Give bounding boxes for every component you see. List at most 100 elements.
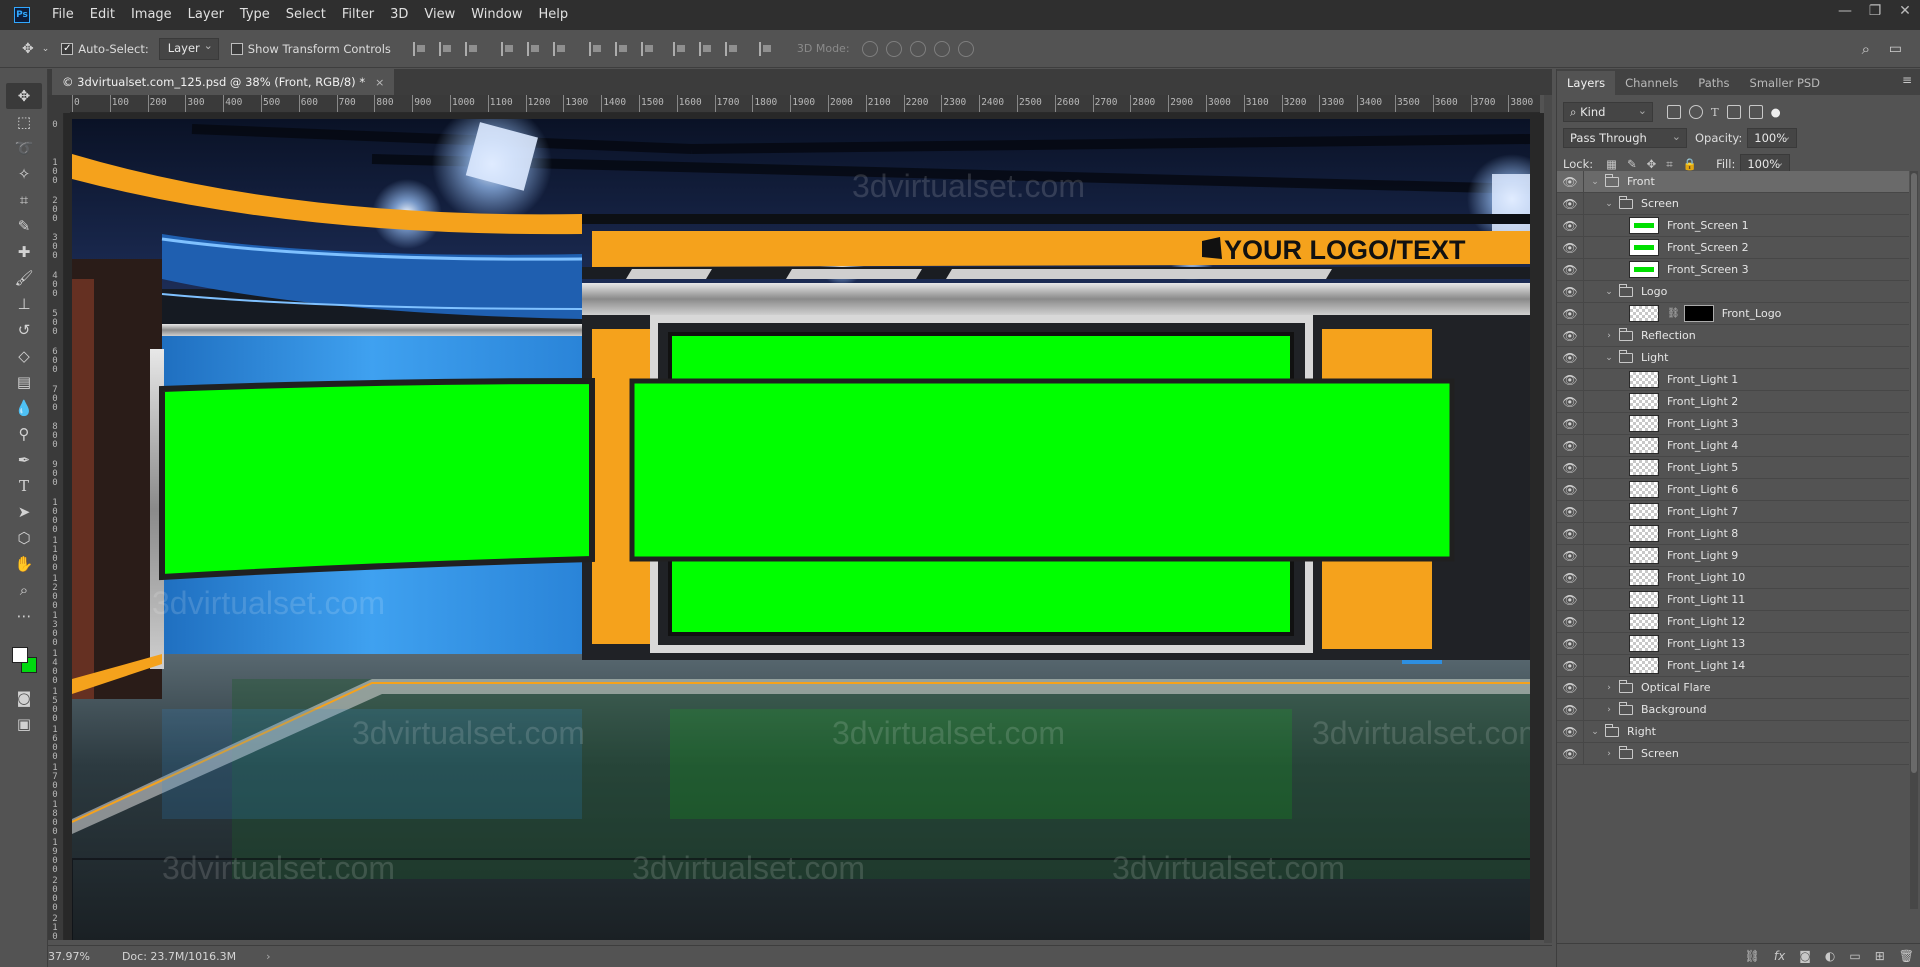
hand-tool-icon[interactable]: ✋: [6, 551, 42, 577]
close-document-icon[interactable]: ×: [375, 76, 384, 89]
canvas-vertical-scrollbar[interactable]: [1544, 95, 1552, 943]
shape-tool-icon[interactable]: ⬡: [6, 525, 42, 551]
layer-thumbnail[interactable]: [1629, 481, 1659, 498]
layer-thumbnail[interactable]: [1629, 657, 1659, 674]
type-tool-icon[interactable]: T: [6, 473, 42, 499]
menu-image[interactable]: Image: [123, 0, 180, 30]
distribute-right-icon[interactable]: [724, 41, 739, 56]
new-layer-icon[interactable]: ⊞: [1875, 949, 1885, 963]
marquee-tool-icon[interactable]: ⬚: [6, 109, 42, 135]
lasso-tool-icon[interactable]: ➰: [6, 135, 42, 161]
layer-thumbnail[interactable]: [1629, 217, 1659, 234]
distribute-top-icon[interactable]: [588, 41, 603, 56]
visibility-eye-icon[interactable]: 👁: [1557, 747, 1583, 761]
lock-all-icon[interactable]: 🔒: [1683, 157, 1697, 171]
canvas-area[interactable]: YOUR LOGO/TEXT 3dvirtualset.com 3dvirtua…: [64, 113, 1544, 940]
visibility-eye-icon[interactable]: 👁: [1557, 175, 1583, 189]
layer-group-row[interactable]: 👁 ⌄ Right: [1557, 721, 1909, 743]
layer-thumbnail[interactable]: [1629, 371, 1659, 388]
screen-mode-icon[interactable]: ▣: [6, 711, 42, 737]
distribute-vcenter-icon[interactable]: [614, 41, 629, 56]
align-left-icon[interactable]: [500, 41, 515, 56]
distribute-left-icon[interactable]: [672, 41, 687, 56]
chevron-down-icon[interactable]: ⌄: [1589, 727, 1601, 737]
horizontal-ruler[interactable]: 0 100 200 300 400 500 600 700 800 900 1000 1100 1200…: [70, 95, 1540, 113]
visibility-eye-icon[interactable]: 👁: [1557, 307, 1583, 321]
align-right-icon[interactable]: [552, 41, 567, 56]
layer-thumbnail[interactable]: [1629, 261, 1659, 278]
layers-scrollbar[interactable]: [1910, 171, 1918, 909]
tab-paths[interactable]: Paths: [1688, 71, 1739, 95]
visibility-eye-icon[interactable]: 👁: [1557, 439, 1583, 453]
layer-row[interactable]: 👁 Front_Light 11: [1557, 589, 1909, 611]
layer-group-row[interactable]: 👁 › Reflection: [1557, 325, 1909, 347]
auto-select-target-select[interactable]: Layer: [158, 37, 219, 60]
status-menu-arrow[interactable]: ›: [266, 950, 270, 963]
layer-thumbnail[interactable]: [1629, 305, 1659, 322]
menu-help[interactable]: Help: [531, 0, 577, 30]
distribute-hcenter-icon[interactable]: [698, 41, 713, 56]
chevron-down-icon[interactable]: ⌄: [1603, 287, 1615, 297]
align-top-icon[interactable]: [412, 41, 427, 56]
layer-thumbnail[interactable]: [1629, 569, 1659, 586]
menu-type[interactable]: Type: [232, 0, 278, 30]
layer-row[interactable]: 👁 Front_Light 4: [1557, 435, 1909, 457]
crop-tool-icon[interactable]: ⌗: [6, 187, 42, 213]
layer-group-row[interactable]: 👁 › Background: [1557, 699, 1909, 721]
chevron-down-icon[interactable]: ⌄: [1603, 353, 1615, 363]
minimize-button[interactable]: —: [1830, 0, 1860, 22]
align-hcenter-icon[interactable]: [526, 41, 541, 56]
workspace-icon[interactable]: ▭: [1889, 41, 1902, 57]
gradient-tool-icon[interactable]: ▤: [6, 369, 42, 395]
visibility-eye-icon[interactable]: 👁: [1557, 417, 1583, 431]
layer-row[interactable]: 👁 Front_Screen 2: [1557, 237, 1909, 259]
move-tool-icon[interactable]: ✥: [22, 41, 34, 57]
panel-menu-icon[interactable]: ≡: [1902, 73, 1912, 87]
type-filter-icon[interactable]: T: [1711, 105, 1719, 119]
visibility-eye-icon[interactable]: 👁: [1557, 593, 1583, 607]
layer-thumbnail[interactable]: [1629, 547, 1659, 564]
chevron-right-icon[interactable]: ›: [1603, 705, 1615, 715]
visibility-eye-icon[interactable]: 👁: [1557, 219, 1583, 233]
layer-thumbnail[interactable]: [1629, 393, 1659, 410]
history-brush-tool-icon[interactable]: ↺: [6, 317, 42, 343]
align-vcenter-icon[interactable]: [438, 41, 453, 56]
smart-object-filter-icon[interactable]: [1748, 105, 1763, 119]
visibility-eye-icon[interactable]: 👁: [1557, 615, 1583, 629]
visibility-eye-icon[interactable]: 👁: [1557, 461, 1583, 475]
align-bottom-icon[interactable]: [464, 41, 479, 56]
layer-group-row[interactable]: 👁 ⌄ Front: [1557, 171, 1909, 193]
link-layers-icon[interactable]: ⛓: [1745, 949, 1760, 963]
distribute-bottom-icon[interactable]: [640, 41, 655, 56]
menu-layer[interactable]: Layer: [180, 0, 232, 30]
delete-layer-icon[interactable]: 🗑: [1899, 949, 1914, 963]
chevron-down-icon[interactable]: ⌄: [1603, 199, 1615, 209]
brush-tool-icon[interactable]: 🖌: [6, 265, 42, 291]
layer-thumbnail[interactable]: [1629, 635, 1659, 652]
layer-row[interactable]: 👁 Front_Light 5: [1557, 457, 1909, 479]
3d-rotate-icon[interactable]: [861, 40, 878, 57]
visibility-eye-icon[interactable]: 👁: [1557, 659, 1583, 673]
opacity-input[interactable]: 100%: [1747, 128, 1798, 148]
visibility-eye-icon[interactable]: 👁: [1557, 285, 1583, 299]
visibility-eye-icon[interactable]: 👁: [1557, 241, 1583, 255]
layer-row[interactable]: 👁 Front_Light 6: [1557, 479, 1909, 501]
3d-scale-icon[interactable]: [957, 40, 974, 57]
chevron-right-icon[interactable]: ›: [1603, 683, 1615, 693]
adjustment-layer-icon[interactable]: ◐: [1825, 949, 1835, 963]
close-button[interactable]: ✕: [1890, 0, 1920, 22]
visibility-eye-icon[interactable]: 👁: [1557, 527, 1583, 541]
search-icon[interactable]: ⌕: [1862, 40, 1870, 58]
layer-thumbnail[interactable]: [1629, 415, 1659, 432]
layer-row[interactable]: 👁 Front_Light 13: [1557, 633, 1909, 655]
zoom-tool-icon[interactable]: ⌕: [6, 577, 42, 603]
layer-row[interactable]: 👁 Front_Light 14: [1557, 655, 1909, 677]
layer-mask-thumbnail[interactable]: [1683, 305, 1714, 322]
layer-row[interactable]: 👁 Front_Screen 3: [1557, 259, 1909, 281]
document-tab[interactable]: © 3dvirtualset.com_125.psd @ 38% (Front,…: [52, 69, 395, 95]
layer-row[interactable]: 👁 Front_Light 12: [1557, 611, 1909, 633]
layer-row[interactable]: 👁 Front_Light 2: [1557, 391, 1909, 413]
visibility-eye-icon[interactable]: 👁: [1557, 483, 1583, 497]
layer-thumbnail[interactable]: [1629, 503, 1659, 520]
layer-thumbnail[interactable]: [1629, 459, 1659, 476]
